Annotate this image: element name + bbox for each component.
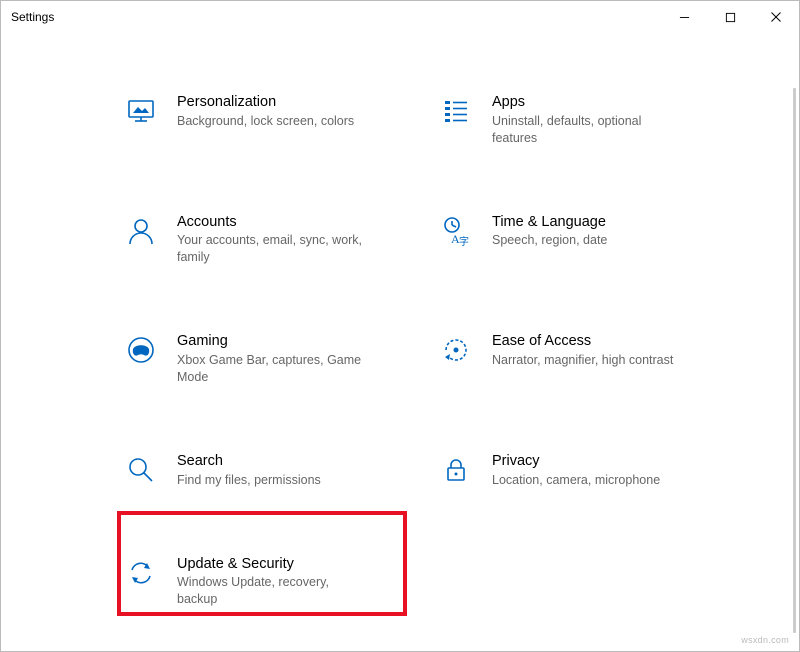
tile-desc: Location, camera, microphone xyxy=(492,472,660,489)
tile-desc: Find my files, permissions xyxy=(177,472,321,489)
titlebar: Settings xyxy=(1,1,799,33)
privacy-icon xyxy=(438,452,474,488)
update-security-icon xyxy=(123,555,159,591)
ease-of-access-icon xyxy=(438,332,474,368)
tile-title: Personalization xyxy=(177,93,354,112)
tile-gaming[interactable]: Gaming Xbox Game Bar, captures, Game Mod… xyxy=(121,322,404,396)
time-language-icon: A字 xyxy=(438,213,474,249)
maximize-button[interactable] xyxy=(707,1,753,33)
tile-title: Apps xyxy=(492,93,682,112)
tile-title: Update & Security xyxy=(177,555,367,574)
tile-title: Privacy xyxy=(492,452,660,471)
tile-search[interactable]: Search Find my files, permissions xyxy=(121,442,404,499)
tile-title: Search xyxy=(177,452,321,471)
settings-grid: Personalization Background, lock screen,… xyxy=(121,83,719,618)
tile-personalization[interactable]: Personalization Background, lock screen,… xyxy=(121,83,404,157)
tile-apps[interactable]: Apps Uninstall, defaults, optional featu… xyxy=(436,83,719,157)
svg-text:字: 字 xyxy=(459,235,469,247)
personalization-icon xyxy=(123,93,159,129)
tile-desc: Xbox Game Bar, captures, Game Mode xyxy=(177,352,367,386)
minimize-button[interactable] xyxy=(661,1,707,33)
close-button[interactable] xyxy=(753,1,799,33)
tile-desc: Your accounts, email, sync, work, family xyxy=(177,232,367,266)
tile-title: Time & Language xyxy=(492,213,607,232)
tile-privacy[interactable]: Privacy Location, camera, microphone xyxy=(436,442,719,499)
tile-desc: Background, lock screen, colors xyxy=(177,113,354,130)
gaming-icon xyxy=(123,332,159,368)
watermark: wsxdn.com xyxy=(741,635,789,645)
apps-icon xyxy=(438,93,474,129)
scrollbar-thumb[interactable] xyxy=(793,88,796,633)
tile-title: Gaming xyxy=(177,332,367,351)
scrollbar[interactable] xyxy=(784,33,798,650)
window-controls xyxy=(661,1,799,33)
tile-desc: Speech, region, date xyxy=(492,232,607,249)
tile-time-language[interactable]: A字 Time & Language Speech, region, date xyxy=(436,203,719,277)
accounts-icon xyxy=(123,213,159,249)
tile-update-security[interactable]: Update & Security Windows Update, recove… xyxy=(121,545,404,619)
tile-desc: Uninstall, defaults, optional features xyxy=(492,113,682,147)
tile-title: Accounts xyxy=(177,213,367,232)
settings-content: Personalization Background, lock screen,… xyxy=(1,33,799,638)
window-title: Settings xyxy=(11,10,54,24)
search-icon xyxy=(123,452,159,488)
tile-desc: Windows Update, recovery, backup xyxy=(177,574,367,608)
tile-accounts[interactable]: Accounts Your accounts, email, sync, wor… xyxy=(121,203,404,277)
tile-title: Ease of Access xyxy=(492,332,673,351)
tile-desc: Narrator, magnifier, high contrast xyxy=(492,352,673,369)
tile-ease-of-access[interactable]: Ease of Access Narrator, magnifier, high… xyxy=(436,322,719,396)
